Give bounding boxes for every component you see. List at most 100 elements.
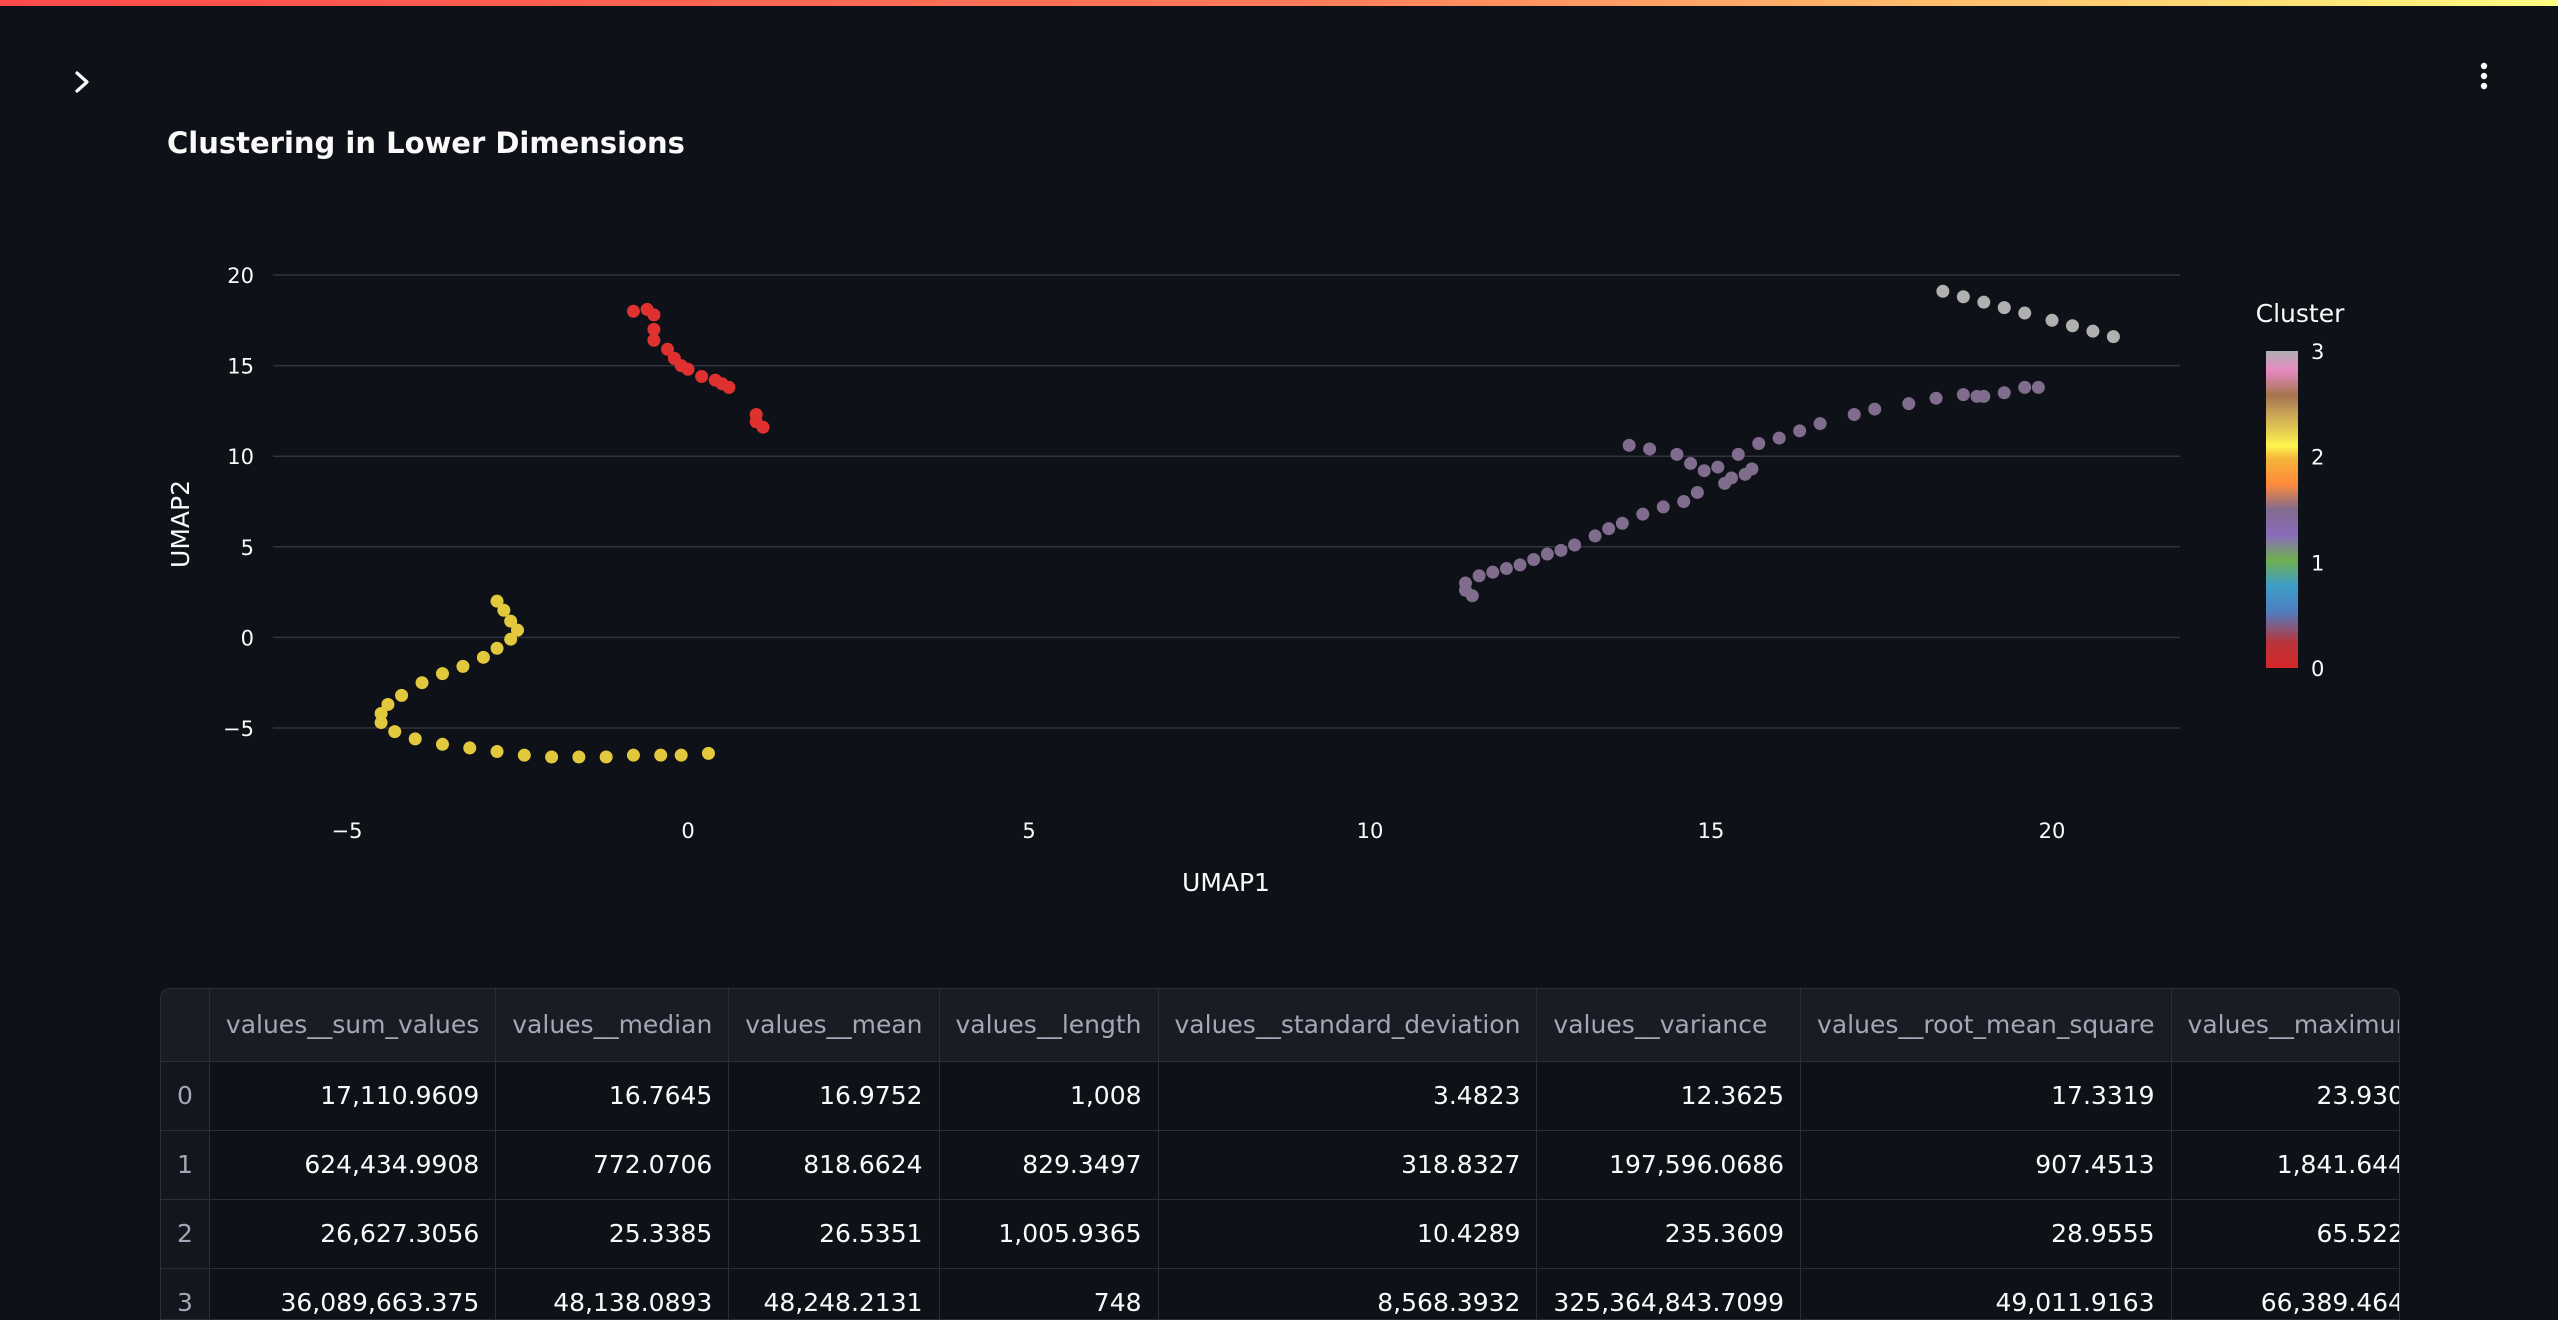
cluster-1-point[interactable]: [1997, 386, 2011, 400]
table-cell[interactable]: 26.5351: [728, 1199, 940, 1269]
table-cell[interactable]: 318.8327: [1158, 1130, 1538, 1200]
cluster-1-point[interactable]: [2018, 380, 2032, 394]
cluster-2-point[interactable]: [701, 746, 715, 760]
column-header[interactable]: values__mean: [728, 989, 940, 1062]
cluster-2-point[interactable]: [408, 732, 422, 746]
cluster-3-point[interactable]: [1956, 290, 1970, 304]
cluster-2-point[interactable]: [674, 748, 688, 762]
table-cell[interactable]: 65.5222: [2171, 1199, 2399, 1269]
cluster-1-point[interactable]: [1540, 547, 1554, 561]
cluster-2-point[interactable]: [545, 750, 559, 764]
cluster-2-point[interactable]: [654, 748, 668, 762]
cluster-3-point[interactable]: [1997, 301, 2011, 315]
cluster-3-point[interactable]: [2045, 313, 2059, 327]
table-cell[interactable]: 17.3319: [1800, 1061, 2172, 1131]
cluster-1-point[interactable]: [1752, 437, 1766, 451]
cluster-2-point[interactable]: [435, 667, 449, 681]
table-cell[interactable]: 8,568.3932: [1158, 1268, 1538, 1319]
table-cell[interactable]: 36,089,663.375: [209, 1268, 497, 1319]
cluster-3-point[interactable]: [1977, 295, 1991, 309]
cluster-1-point[interactable]: [1472, 569, 1486, 583]
table-cell[interactable]: 23.9304: [2171, 1061, 2399, 1131]
cluster-2-point[interactable]: [388, 725, 402, 739]
cluster-0-point[interactable]: [647, 308, 661, 322]
table-cell[interactable]: 25.3385: [495, 1199, 730, 1269]
cluster-2-point[interactable]: [435, 737, 449, 751]
cluster-0-point[interactable]: [647, 333, 661, 347]
cluster-1-point[interactable]: [1513, 558, 1527, 572]
cluster-1-point[interactable]: [1868, 402, 1882, 416]
cluster-0-point[interactable]: [722, 380, 736, 394]
cluster-2-point[interactable]: [517, 748, 531, 762]
table-cell[interactable]: 748: [939, 1268, 1159, 1319]
column-header[interactable]: values__root_mean_square: [1800, 989, 2172, 1062]
cluster-3-point[interactable]: [2018, 306, 2032, 320]
cluster-3-point[interactable]: [2106, 330, 2120, 344]
cluster-1-point[interactable]: [1636, 507, 1650, 521]
cluster-2-point[interactable]: [626, 748, 640, 762]
column-header[interactable]: values__sum_values: [209, 989, 497, 1062]
table-cell[interactable]: 12.3625: [1536, 1061, 1802, 1131]
cluster-2-point[interactable]: [456, 659, 470, 673]
cluster-1-point[interactable]: [1724, 471, 1738, 485]
cluster-2-point[interactable]: [497, 603, 511, 617]
cluster-1-point[interactable]: [1622, 438, 1636, 452]
cluster-1-point[interactable]: [1602, 522, 1616, 536]
table-cell[interactable]: 1,005.9365: [939, 1199, 1159, 1269]
cluster-1-point[interactable]: [1731, 447, 1745, 461]
row-index[interactable]: 0: [161, 1061, 210, 1131]
table-cell[interactable]: 197,596.0686: [1536, 1130, 1802, 1200]
cluster-1-point[interactable]: [1615, 516, 1629, 530]
row-index[interactable]: 3: [161, 1268, 210, 1319]
table-cell[interactable]: 16.7645: [495, 1061, 730, 1131]
cluster-1-point[interactable]: [1465, 589, 1479, 603]
table-cell[interactable]: 235.3609: [1536, 1199, 1802, 1269]
table-cell[interactable]: 17,110.9609: [209, 1061, 497, 1131]
table-cell[interactable]: 48,138.0893: [495, 1268, 730, 1319]
cluster-3-point[interactable]: [2065, 319, 2079, 333]
cluster-2-point[interactable]: [374, 716, 388, 730]
row-index[interactable]: 1: [161, 1130, 210, 1200]
table-cell[interactable]: 624,434.9908: [209, 1130, 497, 1200]
cluster-0-point[interactable]: [695, 369, 709, 383]
cluster-2-point[interactable]: [599, 750, 613, 764]
cluster-2-point[interactable]: [415, 676, 429, 690]
cluster-1-point[interactable]: [1656, 500, 1670, 514]
cluster-2-point[interactable]: [476, 650, 490, 664]
cluster-1-point[interactable]: [1977, 389, 1991, 403]
cluster-1-point[interactable]: [1813, 417, 1827, 431]
table-cell[interactable]: 16.9752: [728, 1061, 940, 1131]
table-cell[interactable]: 49,011.9163: [1800, 1268, 2172, 1319]
table-cell[interactable]: 3.4823: [1158, 1061, 1538, 1131]
cluster-1-point[interactable]: [1670, 447, 1684, 461]
cluster-1-point[interactable]: [1711, 460, 1725, 474]
cluster-1-point[interactable]: [1554, 543, 1568, 557]
cluster-1-point[interactable]: [1902, 397, 1916, 411]
cluster-3-point[interactable]: [2086, 324, 2100, 338]
cluster-1-point[interactable]: [1793, 424, 1807, 438]
cluster-2-point[interactable]: [504, 632, 518, 646]
column-header[interactable]: values__length: [939, 989, 1159, 1062]
cluster-2-point[interactable]: [463, 741, 477, 755]
row-index[interactable]: 2: [161, 1199, 210, 1269]
column-header[interactable]: values__median: [495, 989, 730, 1062]
cluster-1-point[interactable]: [2031, 380, 2045, 394]
column-header[interactable]: values__standard_deviation: [1158, 989, 1538, 1062]
cluster-0-point[interactable]: [681, 362, 695, 376]
cluster-1-point[interactable]: [1527, 552, 1541, 566]
table-cell[interactable]: 829.3497: [939, 1130, 1159, 1200]
cluster-1-point[interactable]: [1499, 562, 1513, 576]
cluster-1-point[interactable]: [1929, 391, 1943, 405]
cluster-2-point[interactable]: [490, 641, 504, 655]
cluster-1-point[interactable]: [1643, 442, 1657, 456]
table-cell[interactable]: 48,248.2131: [728, 1268, 940, 1319]
table-cell[interactable]: 325,364,843.7099: [1536, 1268, 1802, 1319]
cluster-1-point[interactable]: [1568, 538, 1582, 552]
column-header[interactable]: values__maximum: [2171, 989, 2399, 1062]
cluster-2-point[interactable]: [395, 688, 409, 702]
cluster-1-point[interactable]: [1956, 388, 1970, 402]
cluster-2-point[interactable]: [490, 745, 504, 759]
cluster-2-point[interactable]: [572, 750, 586, 764]
table-cell[interactable]: 1,841.6442: [2171, 1130, 2399, 1200]
cluster-0-point[interactable]: [756, 420, 770, 434]
